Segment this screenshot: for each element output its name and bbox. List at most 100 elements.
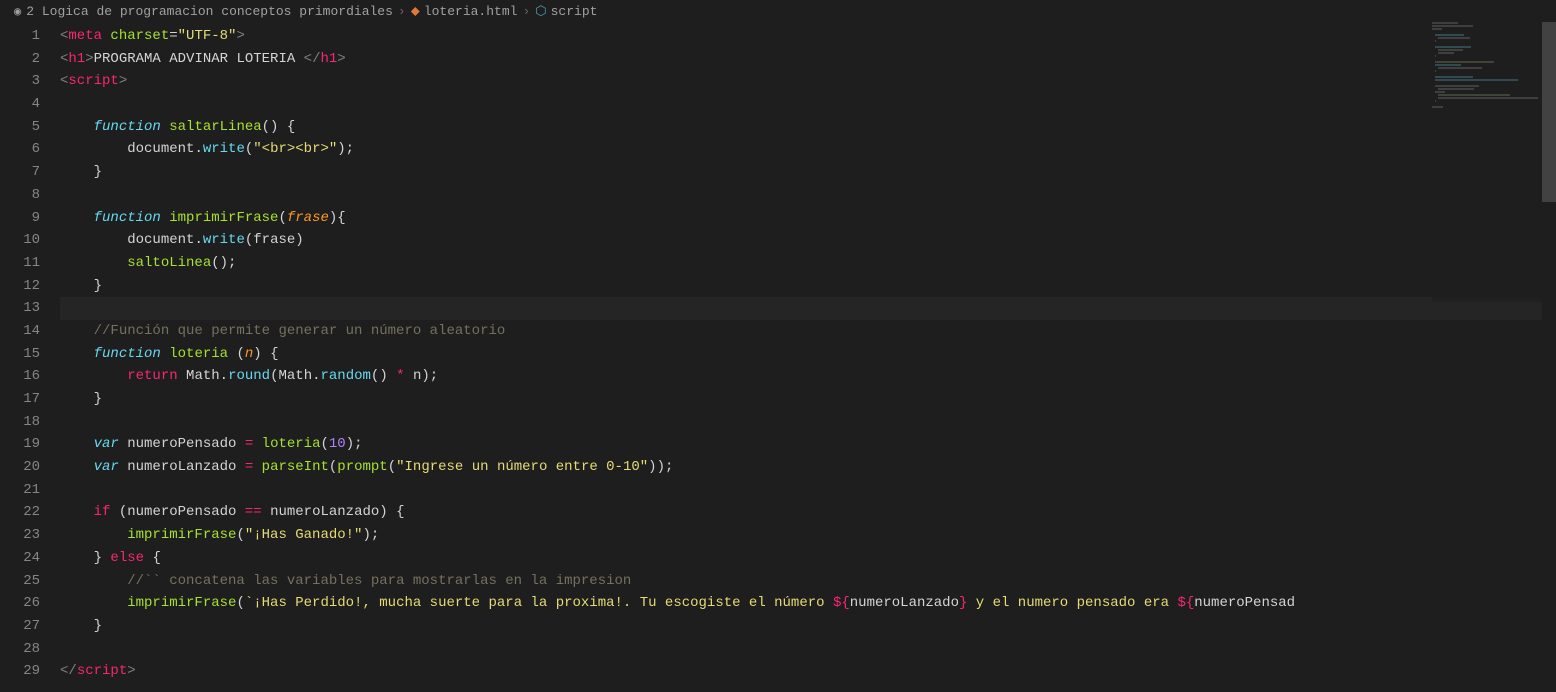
code-line[interactable]: } [60,615,1556,638]
line-number: 26 [0,592,40,615]
line-number: 7 [0,161,40,184]
code-line[interactable]: saltoLinea(); [60,252,1556,275]
line-number: 8 [0,184,40,207]
minimap-line [1432,31,1542,33]
minimap-line [1432,73,1542,75]
code-line[interactable]: var numeroPensado = loteria(10); [60,433,1556,456]
minimap-line [1432,94,1542,96]
code-line[interactable]: //Función que permite generar un número … [60,320,1556,343]
line-number: 2 [0,48,40,71]
code-line[interactable]: <script> [60,70,1556,93]
minimap-line [1432,40,1542,42]
circle-icon: ◉ [14,4,21,19]
code-line[interactable]: } [60,275,1556,298]
line-number: 20 [0,456,40,479]
line-number: 24 [0,547,40,570]
minimap-line [1432,37,1542,39]
code-line[interactable]: } [60,161,1556,184]
minimap-line [1432,79,1542,81]
line-number: 1 [0,25,40,48]
breadcrumb-file[interactable]: loteria.html [424,4,518,19]
minimap-line [1432,70,1542,72]
minimap-line [1432,88,1542,90]
minimap-line [1432,64,1542,66]
line-number: 10 [0,229,40,252]
minimap[interactable] [1432,22,1542,302]
code-line[interactable]: var numeroLanzado = parseInt(prompt("Ing… [60,456,1556,479]
breadcrumb[interactable]: ◉ 2 Logica de programacion conceptos pri… [0,0,1556,22]
line-number: 14 [0,320,40,343]
line-number: 9 [0,207,40,230]
minimap-line [1432,55,1542,57]
code-line[interactable]: imprimirFrase("¡Has Ganado!"); [60,524,1556,547]
minimap-line [1432,49,1542,51]
line-number: 19 [0,433,40,456]
code-editor[interactable]: 1234567891011121314151617181920212223242… [0,22,1556,692]
minimap-line [1432,61,1542,63]
line-number: 5 [0,116,40,139]
line-number: 29 [0,660,40,683]
line-number: 6 [0,138,40,161]
code-line[interactable]: function loteria (n) { [60,343,1556,366]
code-line[interactable] [60,93,1556,116]
line-number: 25 [0,570,40,593]
line-number: 21 [0,479,40,502]
code-line[interactable] [60,411,1556,434]
code-line[interactable]: document.write("<br><br>"); [60,138,1556,161]
code-line[interactable]: </script> [60,660,1556,683]
line-number: 3 [0,70,40,93]
code-line[interactable]: //`` concatena las variables para mostra… [60,570,1556,593]
minimap-line [1432,76,1542,78]
line-number: 27 [0,615,40,638]
code-line[interactable]: function saltarLinea() { [60,116,1556,139]
minimap-line [1432,28,1542,30]
minimap-line [1432,103,1542,105]
chevron-right-icon: › [522,4,530,19]
line-number: 28 [0,638,40,661]
code-line[interactable]: } else { [60,547,1556,570]
minimap-line [1432,82,1542,84]
minimap-line [1432,34,1542,36]
code-line[interactable]: return Math.round(Math.random() * n); [60,365,1556,388]
minimap-line [1432,106,1542,108]
chevron-right-icon: › [398,4,406,19]
line-number: 13 [0,297,40,320]
minimap-line [1432,97,1542,99]
line-number: 11 [0,252,40,275]
code-line[interactable]: <h1>PROGRAMA ADVINAR LOTERIA </h1> [60,48,1556,71]
code-line[interactable]: <meta charset="UTF-8"> [60,25,1556,48]
code-line[interactable] [60,638,1556,661]
line-number-gutter: 1234567891011121314151617181920212223242… [0,22,60,692]
breadcrumb-symbol[interactable]: script [551,4,598,19]
code-line[interactable]: document.write(frase) [60,229,1556,252]
code-line[interactable]: } [60,388,1556,411]
symbol-icon: ⬡ [535,4,546,19]
code-line[interactable] [60,184,1556,207]
code-line[interactable] [60,297,1556,320]
breadcrumb-folder[interactable]: 2 Logica de programacion conceptos primo… [26,4,393,19]
minimap-line [1432,100,1542,102]
code-line[interactable] [60,479,1556,502]
line-number: 4 [0,93,40,116]
minimap-line [1432,52,1542,54]
line-number: 16 [0,365,40,388]
minimap-line [1432,85,1542,87]
line-number: 23 [0,524,40,547]
minimap-line [1432,43,1542,45]
code-line[interactable]: function imprimirFrase(frase){ [60,207,1556,230]
vertical-scrollbar[interactable] [1542,22,1556,692]
minimap-line [1432,46,1542,48]
minimap-line [1432,67,1542,69]
code-line[interactable]: imprimirFrase(`¡Has Perdido!, mucha suer… [60,592,1556,615]
minimap-line [1432,22,1542,24]
line-number: 18 [0,411,40,434]
code-line[interactable]: if (numeroPensado == numeroLanzado) { [60,501,1556,524]
minimap-line [1432,25,1542,27]
html-file-icon: ⬥ [411,4,420,19]
scrollbar-thumb[interactable] [1542,22,1556,202]
line-number: 15 [0,343,40,366]
code-content[interactable]: <meta charset="UTF-8"><h1>PROGRAMA ADVIN… [60,22,1556,692]
line-number: 22 [0,501,40,524]
minimap-line [1432,91,1542,93]
minimap-line [1432,58,1542,60]
